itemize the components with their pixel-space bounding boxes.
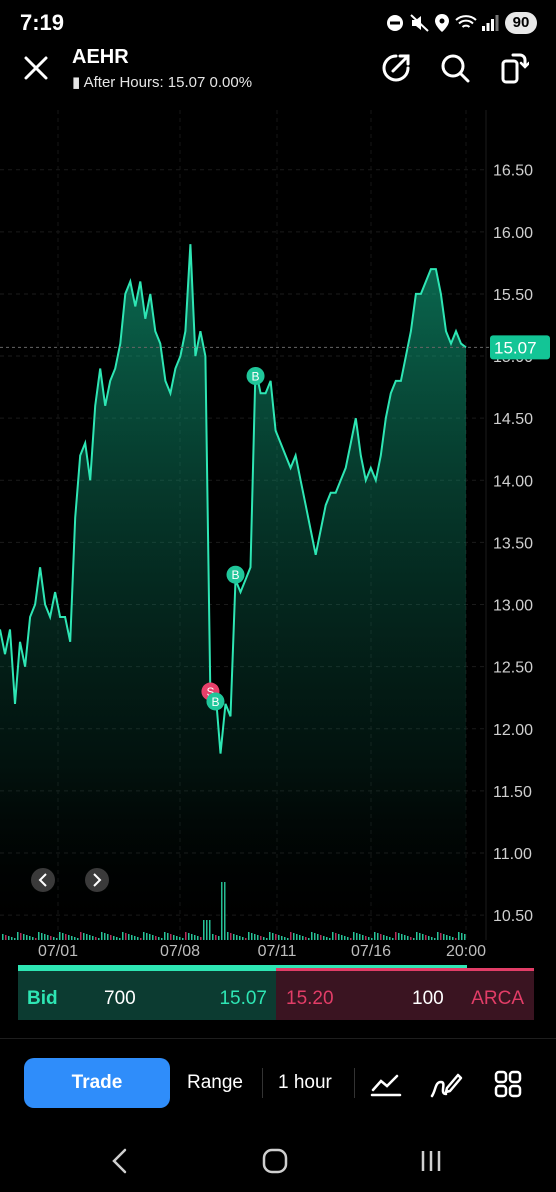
y-tick-label: 16.50 (493, 163, 533, 180)
x-tick-label: 07/16 (351, 943, 391, 960)
exchange-label: ARCA (471, 988, 524, 1009)
x-tick-label: 07/01 (38, 943, 78, 960)
mute-icon (410, 14, 429, 32)
last-price-tag: 15.07 (490, 335, 550, 360)
price-chart[interactable]: 16.5016.0015.5015.0014.5014.0013.5013.00… (0, 110, 556, 970)
marker-label: B (252, 369, 260, 383)
trade-button[interactable]: Trade (24, 1058, 170, 1108)
marker-label: B (211, 695, 219, 709)
price-area (0, 244, 466, 940)
moon-icon: ▮ (72, 74, 81, 91)
bid-panel[interactable]: Bid 700 15.07 (18, 968, 276, 1020)
divider (0, 1038, 556, 1039)
chart-prev-button[interactable] (31, 868, 55, 892)
signal-icon (482, 15, 499, 31)
do-not-disturb-icon (387, 15, 403, 31)
quote-bar: Bid 700 15.07 15.20 100 ARCA (18, 965, 534, 1020)
y-tick-label: 14.00 (493, 473, 533, 490)
y-tick-label: 14.50 (493, 411, 533, 428)
bid-size: 700 (104, 988, 136, 1009)
chart-next-button[interactable] (85, 868, 109, 892)
buy-marker[interactable]: B (226, 565, 245, 584)
x-tick-label: 07/08 (160, 943, 200, 960)
ask-price: 15.20 (286, 988, 334, 1009)
y-tick-label: 12.50 (493, 660, 533, 677)
y-tick-label: 13.00 (493, 598, 533, 615)
grid-icon[interactable] (491, 1068, 525, 1100)
buy-marker[interactable]: B (246, 366, 265, 385)
range-button[interactable]: Range (187, 1072, 243, 1094)
ask-panel[interactable]: 15.20 100 ARCA (276, 968, 534, 1020)
ask-size: 100 (412, 988, 444, 1009)
wifi-icon (455, 15, 477, 28)
stock-symbol: AEHR (72, 46, 129, 68)
indicator-icon[interactable] (369, 1068, 403, 1100)
bid-ask-ratio-bar (18, 965, 467, 968)
marker-label: B (231, 568, 239, 582)
back-icon[interactable] (108, 1148, 132, 1174)
draw-icon[interactable] (429, 1068, 463, 1100)
y-tick-label: 11.50 (493, 784, 532, 801)
bid-label: Bid (27, 988, 58, 1009)
toolbar-separator (354, 1068, 355, 1098)
share-button[interactable] (378, 50, 414, 86)
last-price-label: 15.07 (494, 338, 537, 357)
y-tick-label: 12.00 (493, 722, 533, 739)
x-tick-label: 07/11 (258, 943, 297, 960)
home-icon[interactable] (262, 1148, 288, 1174)
toolbar-separator (262, 1068, 263, 1098)
y-tick-label: 11.00 (493, 846, 532, 863)
buy-marker[interactable]: B (206, 692, 225, 711)
recents-icon[interactable] (419, 1148, 443, 1174)
x-tick-label: 20:00 (446, 943, 486, 960)
y-tick-label: 15.50 (493, 287, 533, 304)
y-tick-label: 13.50 (493, 535, 533, 552)
search-icon (441, 54, 470, 83)
after-hours-quote: ▮ After Hours: 15.07 0.00% (72, 73, 252, 91)
rotate-screen-button[interactable] (496, 50, 532, 86)
interval-button[interactable]: 1 hour (278, 1072, 332, 1094)
location-icon (435, 14, 449, 32)
search-button[interactable] (437, 50, 473, 86)
status-time: 7:19 (20, 10, 65, 35)
bid-price: 15.07 (219, 988, 267, 1009)
battery-indicator: 90 (505, 12, 537, 34)
after-hours-text: After Hours: 15.07 0.00% (83, 74, 253, 91)
close-icon (24, 56, 48, 80)
y-tick-label: 16.00 (493, 225, 533, 242)
rotate-screen-icon (501, 53, 529, 84)
share-icon (382, 54, 410, 82)
y-tick-label: 10.50 (493, 908, 533, 925)
close-button[interactable] (18, 50, 54, 86)
